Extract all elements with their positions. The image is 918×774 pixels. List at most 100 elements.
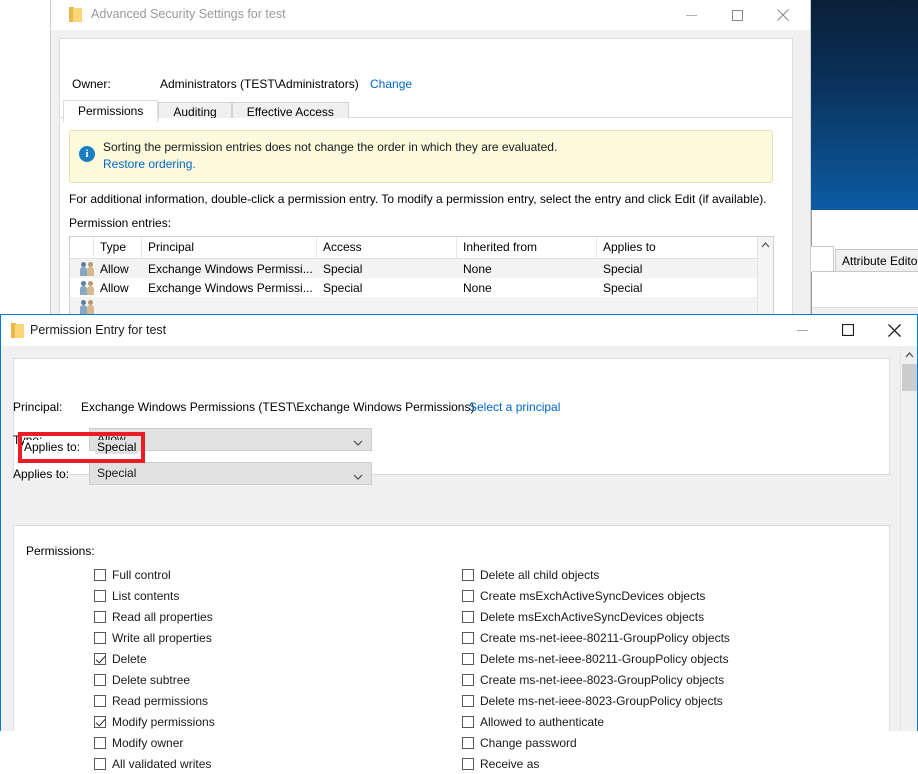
checkbox-receive-as[interactable] (462, 757, 474, 770)
column-header-principal[interactable]: Principal (142, 237, 317, 258)
checkbox-label: Receive as (480, 756, 540, 771)
permissions-hint-text: For additional information, double-click… (69, 192, 767, 206)
row-inherited-from: None (463, 261, 492, 276)
row-applies-to: Special (603, 261, 643, 276)
checkbox-create-ms-net-ieee-80211-grouppolicy-objects[interactable] (462, 631, 474, 644)
checkbox-list-contents[interactable] (94, 589, 106, 602)
row-icon-cell (70, 298, 94, 316)
checkbox-create-msexchactivesyncdevices-objects[interactable] (462, 589, 474, 602)
table-scrollbar[interactable] (757, 237, 773, 322)
scrollbar-thumb[interactable] (902, 364, 917, 391)
permission-checkbox-row[interactable]: Modify owner (94, 732, 215, 753)
permission-checkbox-row[interactable]: Create msExchActiveSyncDevices objects (462, 585, 730, 606)
checkbox-full-control[interactable] (94, 568, 106, 581)
permission-checkbox-row[interactable]: Write all properties (94, 627, 215, 648)
chevron-up-icon[interactable] (901, 346, 917, 363)
checkbox-label: Modify permissions (112, 714, 215, 729)
minimize-icon[interactable] (668, 0, 714, 30)
checkbox-delete-ms-net-ieee-8023-grouppolicy-objects[interactable] (462, 694, 474, 707)
table-row[interactable]: Allow Exchange Windows Permissi... Speci… (70, 259, 773, 278)
checkbox-write-all-properties[interactable] (94, 631, 106, 644)
row-icon-cell (70, 279, 94, 297)
permission-checkbox-row[interactable]: Read permissions (94, 690, 215, 711)
permission-entry-titlebar[interactable]: Permission Entry for test (1, 315, 917, 346)
checkbox-create-ms-net-ieee-8023-grouppolicy-objects[interactable] (462, 673, 474, 686)
close-icon[interactable] (760, 0, 806, 30)
applies-to-label: Applies to: (13, 467, 70, 481)
column-header-access[interactable]: Access (317, 237, 457, 258)
permission-checkbox-row[interactable]: Create ms-net-ieee-80211-GroupPolicy obj… (462, 627, 730, 648)
permission-checkbox-row[interactable]: Full control (94, 564, 215, 585)
checkbox-label: Read permissions (112, 693, 209, 708)
checkbox-allowed-to-authenticate[interactable] (462, 715, 474, 728)
permission-checkbox-row[interactable]: Allowed to authenticate (462, 711, 730, 732)
advanced-security-titlebar[interactable]: Advanced Security Settings for test (51, 0, 810, 30)
table-row[interactable]: Allow Exchange Windows Permissi... Speci… (70, 278, 773, 297)
permission-checkbox-row[interactable]: Delete (94, 648, 215, 669)
checkbox-modify-owner[interactable] (94, 736, 106, 749)
restore-ordering-link[interactable]: Restore ordering. (103, 157, 196, 171)
column-header-icon[interactable] (70, 237, 94, 258)
select-a-principal-link[interactable]: Select a principal (469, 400, 560, 414)
checkbox-label: Write all properties (112, 630, 212, 645)
maximize-icon[interactable] (825, 315, 871, 345)
checkbox-delete-all-child-objects[interactable] (462, 568, 474, 581)
permission-checkbox-row[interactable]: Receive as (462, 753, 730, 774)
checkbox-label: Delete ms-net-ieee-8023-GroupPolicy obje… (480, 693, 723, 708)
checkbox-label: Delete (112, 651, 147, 666)
checkbox-delete-msexchactivesyncdevices-objects[interactable] (462, 610, 474, 623)
chevron-down-icon (353, 470, 363, 484)
permission-checkbox-row[interactable]: Create ms-net-ieee-8023-GroupPolicy obje… (462, 669, 730, 690)
row-applies-to: Special (603, 280, 643, 295)
tab-attribute-editor-label: Attribute Editor (842, 254, 918, 268)
checkbox-label: All validated writes (112, 756, 212, 771)
column-header-applies-to[interactable]: Applies to (597, 237, 760, 258)
checkbox-label: Delete subtree (112, 672, 191, 687)
permission-checkbox-row[interactable]: Delete all child objects (462, 564, 730, 585)
permission-checkbox-row[interactable]: Delete ms-net-ieee-80211-GroupPolicy obj… (462, 648, 730, 669)
permission-checkbox-row[interactable]: Delete ms-net-ieee-8023-GroupPolicy obje… (462, 690, 730, 711)
checkbox-label: Create ms-net-ieee-80211-GroupPolicy obj… (480, 630, 730, 645)
permission-checkbox-row[interactable]: Delete msExchActiveSyncDevices objects (462, 606, 730, 627)
permissions-right-column: Delete all child objects Create msExchAc… (462, 564, 730, 774)
row-principal: Exchange Windows Permissi... (148, 261, 313, 276)
checkbox-label: Allowed to authenticate (480, 714, 605, 729)
checkbox-modify-permissions[interactable] (94, 715, 106, 728)
checkbox-change-password[interactable] (462, 736, 474, 749)
permission-checkbox-row[interactable]: Modify permissions (94, 711, 215, 732)
checkbox-delete-subtree[interactable] (94, 673, 106, 686)
permission-checkbox-row[interactable]: List contents (94, 585, 215, 606)
advanced-security-settings-window[interactable]: Advanced Security Settings for test Owne… (50, 0, 811, 332)
permission-entry-dialog[interactable]: Permission Entry for test Permissions: F… (0, 314, 918, 771)
column-header-type[interactable]: Type (94, 237, 142, 258)
tab-permissions[interactable]: Permissions (63, 100, 159, 122)
permission-checkbox-row[interactable]: All validated writes (94, 753, 215, 774)
principal-type-panel (13, 358, 890, 475)
close-icon[interactable] (871, 315, 917, 345)
tab-effective-access-label: Effective Access (246, 105, 334, 119)
checkbox-read-all-properties[interactable] (94, 610, 106, 623)
column-header-inherited-from[interactable]: Inherited from (457, 237, 597, 258)
applies-to-dropdown[interactable]: Special (89, 462, 372, 485)
permission-checkbox-row[interactable]: Read all properties (94, 606, 215, 627)
minimize-icon[interactable] (779, 315, 825, 345)
checkbox-delete[interactable] (94, 652, 106, 665)
chevron-up-icon[interactable] (758, 237, 773, 253)
folder-icon (11, 323, 24, 338)
folder-icon (69, 7, 82, 22)
maximize-icon[interactable] (714, 0, 760, 30)
permission-checkbox-row[interactable]: Change password (462, 732, 730, 753)
tab-attribute-editor[interactable]: Attribute Editor (835, 249, 918, 272)
advanced-security-title: Advanced Security Settings for test (91, 7, 286, 21)
owner-change-link[interactable]: Change (370, 77, 412, 91)
checkbox-label: Delete ms-net-ieee-80211-GroupPolicy obj… (480, 651, 729, 666)
permission-entries-table[interactable]: Type Principal Access Inherited from App… (69, 236, 774, 322)
principal-label: Principal: (13, 400, 63, 414)
dialog-scrollbar[interactable] (900, 346, 917, 731)
chevron-down-icon (353, 436, 363, 450)
checkbox-delete-ms-net-ieee-80211-grouppolicy-objects[interactable] (462, 652, 474, 665)
checkbox-all-validated-writes[interactable] (94, 757, 106, 770)
checkbox-label: Modify owner (112, 735, 184, 750)
checkbox-read-permissions[interactable] (94, 694, 106, 707)
permission-checkbox-row[interactable]: Delete subtree (94, 669, 215, 690)
